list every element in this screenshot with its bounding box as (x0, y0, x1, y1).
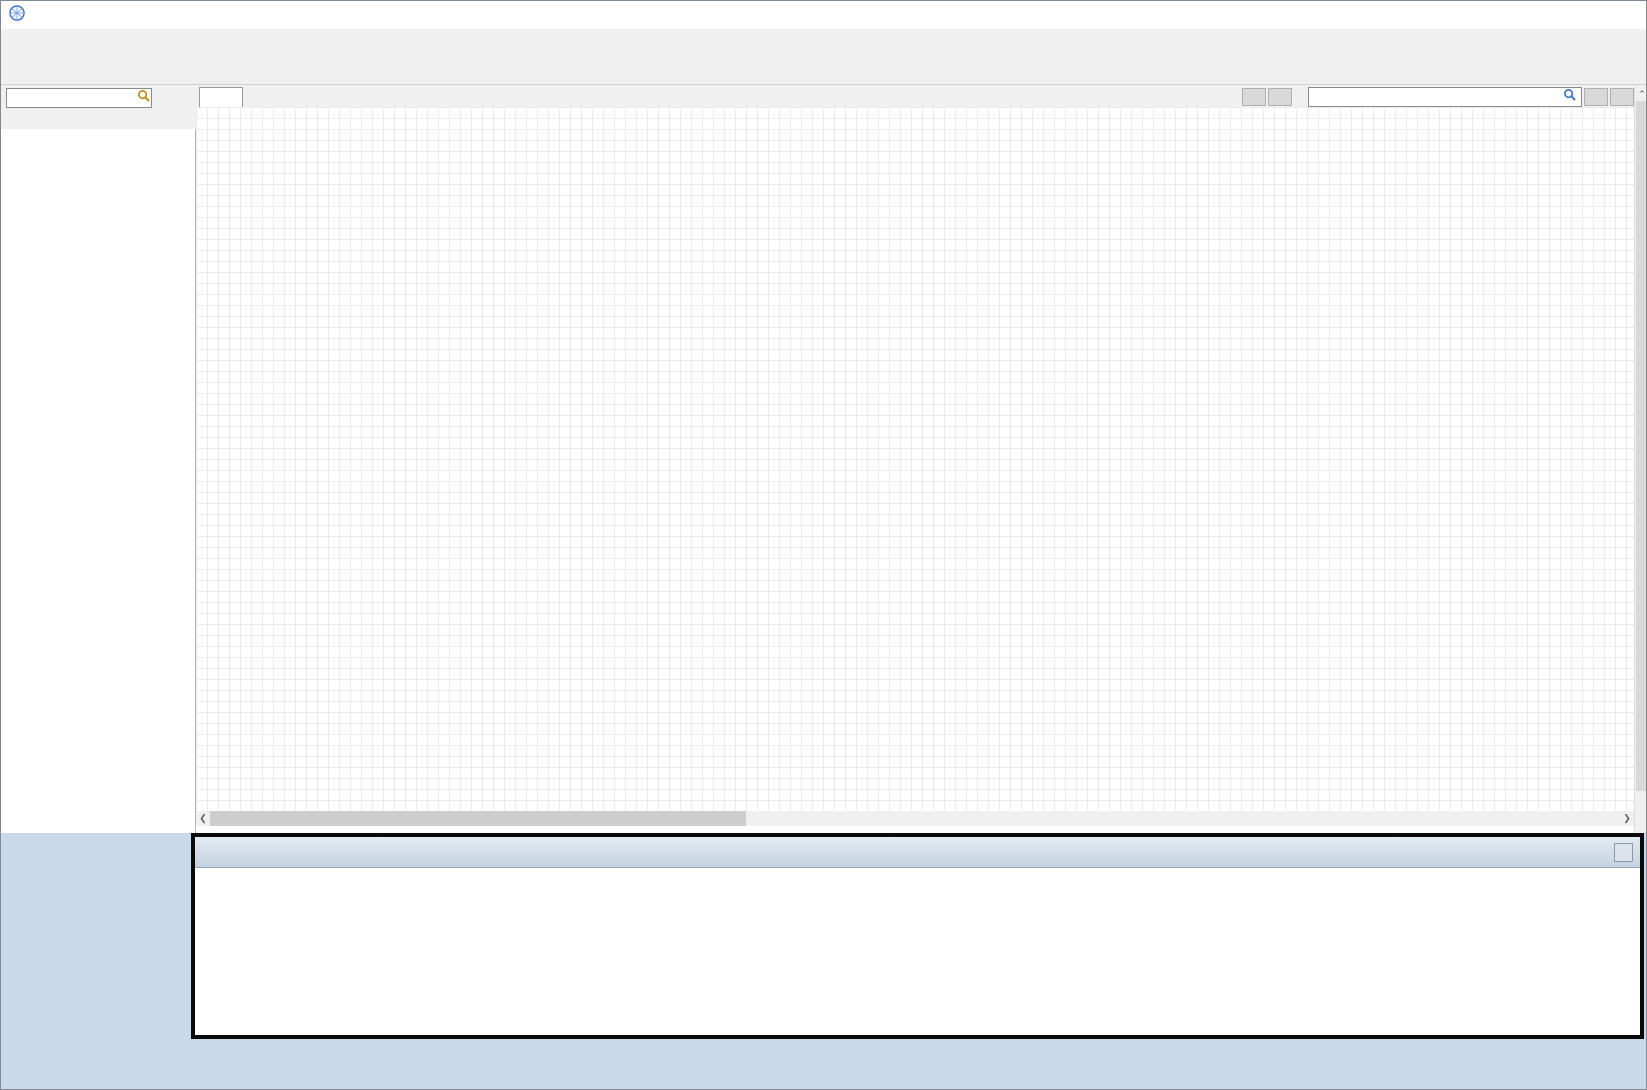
maximize-button[interactable] (1554, 1, 1600, 29)
find-prev-button[interactable] (1242, 88, 1266, 106)
minimize-button[interactable] (1508, 1, 1554, 29)
find-search-icon (1563, 88, 1576, 106)
scroll-up-arrow-icon[interactable]: ⌃ (1635, 87, 1647, 101)
find-box[interactable] (1308, 87, 1582, 107)
module-search-box[interactable] (6, 88, 152, 108)
find-back-button[interactable] (1584, 88, 1608, 106)
canvas-tab-strip (196, 85, 1647, 108)
menu-bar (1, 29, 1646, 52)
scroll-right-arrow-icon[interactable]: ❯ (1620, 811, 1634, 826)
scroll-left-arrow-icon[interactable]: ❮ (196, 811, 210, 826)
canvas-vertical-scrollbar[interactable]: ⌃ (1634, 85, 1647, 833)
awe-designer-window: ❮ ❯ ⌃ (0, 0, 1647, 1090)
search-icon (137, 89, 150, 107)
find-input[interactable] (1313, 89, 1563, 105)
clipped-canvas-text (196, 826, 1634, 833)
properties-close-icon[interactable] (1614, 843, 1633, 862)
properties-title-bar[interactable] (195, 837, 1640, 868)
vertical-scroll-thumb[interactable] (1636, 101, 1647, 791)
canvas-horizontal-scrollbar[interactable]: ❮ ❯ (196, 811, 1634, 826)
type-filter-row (3, 109, 196, 127)
app-logo-icon (9, 5, 25, 26)
module-tree (1, 129, 196, 833)
module-search-input[interactable] (11, 90, 137, 106)
find-next-button[interactable] (1268, 88, 1292, 106)
properties-tabs (195, 868, 1640, 891)
design-canvas[interactable] (196, 107, 1634, 811)
toolbar (1, 51, 1646, 85)
find-forward-button[interactable] (1610, 88, 1634, 106)
close-button[interactable] (1600, 1, 1646, 29)
horizontal-scroll-thumb[interactable] (210, 811, 746, 826)
title-bar (1, 1, 1646, 30)
tab-top[interactable] (199, 87, 243, 108)
module-search-panel (1, 85, 196, 129)
module-properties-panel (191, 833, 1644, 1039)
find-bar (1240, 87, 1634, 107)
